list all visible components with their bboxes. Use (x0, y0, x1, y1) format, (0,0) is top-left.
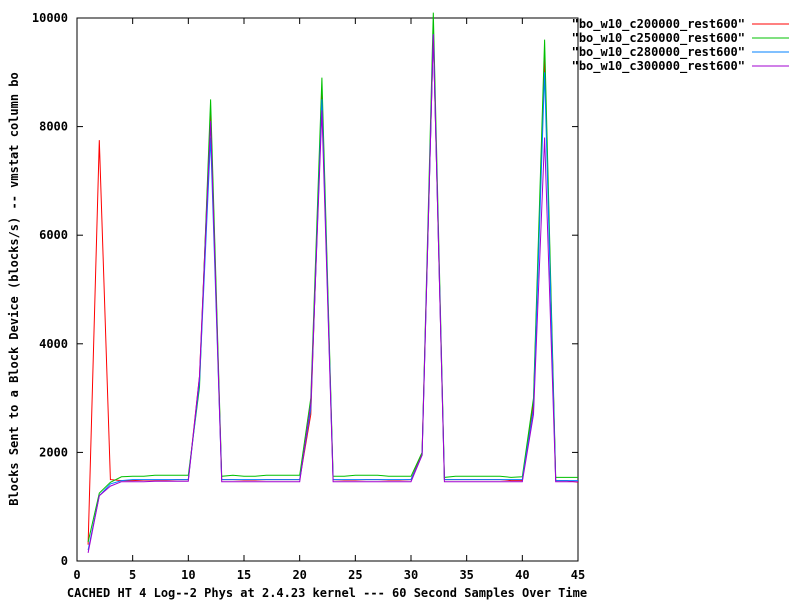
y-tick-label: 4000 (39, 337, 68, 351)
line-chart: 0 5 10 15 20 25 30 35 40 45 0 2000 4000 6000 8000 10000… (7, 11, 789, 600)
x-tick-label: 45 (571, 568, 585, 582)
x-tick-label: 15 (237, 568, 251, 582)
x-tick-label: 20 (292, 568, 306, 582)
x-axis-label: CACHED HT 4 Log--2 Phys at 2.4.23 kernel… (67, 586, 587, 600)
legend-label: "bo_w10_c280000_rest600" (572, 45, 745, 60)
y-tick-label: 8000 (39, 120, 68, 134)
series-lines (87, 12, 579, 553)
y-tick-label: 6000 (39, 228, 68, 242)
legend-label: "bo_w10_c200000_rest600" (572, 17, 745, 32)
axis-ticks: 0 5 10 15 20 25 30 35 40 45 0 2000 4000 6000 8000 10000 (32, 11, 585, 582)
x-tick-label: 5 (129, 568, 136, 582)
y-tick-label: 10000 (32, 11, 68, 25)
legend: "bo_w10_c200000_rest600""bo_w10_c250000_… (572, 17, 789, 74)
y-axis-label: Blocks Sent to a Block Device (blocks/s)… (7, 72, 21, 505)
y-tick-label: 2000 (39, 445, 68, 459)
x-tick-label: 10 (181, 568, 195, 582)
x-tick-label: 25 (348, 568, 362, 582)
x-tick-label: 40 (515, 568, 529, 582)
legend-label: "bo_w10_c300000_rest600" (572, 59, 745, 74)
x-tick-label: 0 (73, 568, 80, 582)
legend-label: "bo_w10_c250000_rest600" (572, 31, 745, 46)
x-tick-label: 35 (459, 568, 473, 582)
y-tick-label: 0 (61, 554, 68, 568)
x-tick-label: 30 (404, 568, 418, 582)
